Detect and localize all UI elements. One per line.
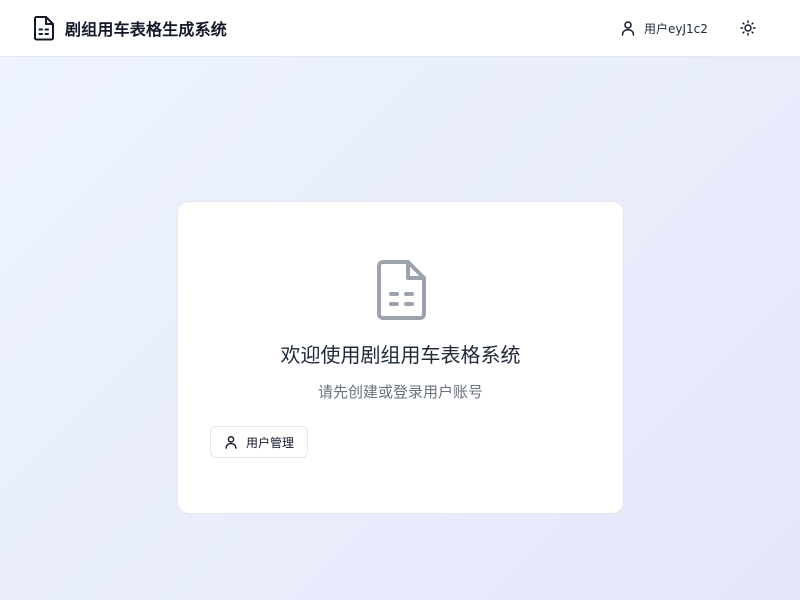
welcome-subtitle: 请先创建或登录用户账号 [317, 383, 483, 401]
file-spreadsheet-icon [377, 260, 426, 320]
user-menu-button[interactable]: 用户eyJ1c2 [620, 17, 708, 39]
app-title: 剧组用车表格生成系统 [65, 20, 228, 39]
app-header: 剧组用车表格生成系统 用户eyJ1c2 [0, 0, 800, 57]
welcome-card: 欢迎使用剧组用车表格系统 请先创建或登录用户账号 用户管理 [177, 201, 624, 514]
welcome-title: 欢迎使用剧组用车表格系统 [280, 343, 521, 367]
user-icon [225, 436, 237, 449]
user-icon [621, 21, 635, 36]
user-management-button[interactable]: 用户管理 [210, 426, 308, 458]
user-management-label: 用户管理 [245, 435, 294, 450]
sun-icon [740, 20, 756, 36]
current-user-name: 用户eyJ1c2 [644, 21, 708, 36]
theme-toggle-button[interactable] [738, 18, 758, 38]
brand: 剧组用车表格生成系统 [33, 15, 227, 41]
file-spreadsheet-icon [34, 16, 54, 41]
